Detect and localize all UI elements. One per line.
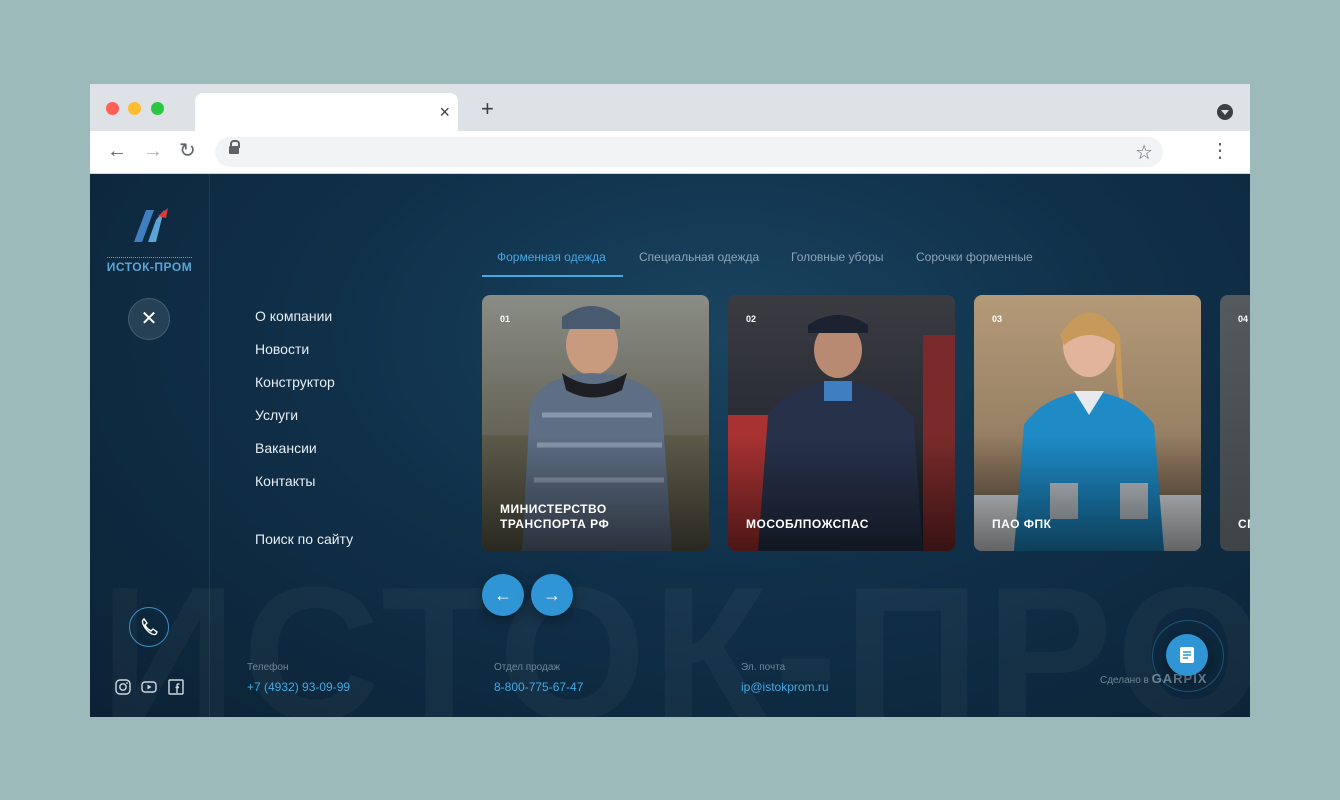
new-tab-button[interactable]: + (481, 98, 494, 120)
address-bar[interactable]: ☆ (215, 137, 1163, 167)
sales-label: Отдел продаж (494, 662, 561, 673)
card-overlay (974, 295, 1201, 551)
instagram-icon[interactable] (115, 679, 131, 695)
phone-button[interactable] (129, 607, 169, 647)
active-tab-indicator (482, 275, 623, 277)
site-search-link[interactable]: Поиск по сайту (255, 531, 353, 547)
nav-item-constructor[interactable]: Конструктор (255, 372, 335, 405)
browser-tab-bar: × + (90, 84, 1250, 131)
nav-item-about[interactable]: О компании (255, 306, 335, 339)
card-title: СП (1238, 517, 1250, 531)
nav-item-vacancies[interactable]: Вакансии (255, 438, 335, 471)
logo-icon[interactable] (130, 204, 170, 246)
card-title: МОСОБЛПОЖСПАС (746, 517, 869, 531)
lock-icon (229, 140, 240, 154)
browser-menu-icon[interactable]: ⋮ (1210, 140, 1230, 162)
client-card[interactable]: 02 МОСОБЛПОЖСПАС (728, 295, 955, 551)
tab-uniform[interactable]: Форменная одежда (497, 250, 606, 264)
email-link[interactable]: ip@istokprom.ru (741, 680, 829, 694)
card-number: 03 (992, 314, 1003, 324)
main-nav: О компании Новости Конструктор Услуги Ва… (255, 306, 335, 504)
nav-item-contacts[interactable]: Контакты (255, 471, 335, 504)
tab-close-icon[interactable]: × (439, 101, 450, 123)
tab-shirts[interactable]: Сорочки форменные (916, 250, 1033, 264)
facebook-icon[interactable] (168, 679, 184, 695)
nav-item-news[interactable]: Новости (255, 339, 335, 372)
slider-prev-button[interactable]: ← (482, 574, 524, 616)
card-number: 04 (1238, 314, 1249, 324)
close-menu-button[interactable]: ✕ (128, 298, 170, 340)
category-tabs: Форменная одежда Специальная одежда Голо… (482, 250, 1250, 278)
back-icon[interactable]: ← (107, 140, 127, 162)
close-window-button[interactable] (106, 102, 119, 115)
email-label: Эл. почта (741, 662, 786, 673)
card-overlay (728, 295, 955, 551)
client-card[interactable]: 03 ПАО ФПК (974, 295, 1201, 551)
reload-icon[interactable]: ↻ (179, 140, 196, 162)
youtube-icon[interactable] (141, 679, 157, 695)
minimize-window-button[interactable] (128, 102, 141, 115)
tab-special-clothing[interactable]: Специальная одежда (639, 250, 759, 264)
sales-phone-link[interactable]: 8-800-775-67-47 (494, 680, 583, 694)
phone-label: Телефон (247, 662, 289, 673)
card-number: 01 (500, 314, 511, 324)
browser-tab[interactable]: × (195, 93, 458, 131)
tab-headwear[interactable]: Головные уборы (791, 250, 884, 264)
profile-menu-icon[interactable] (1217, 104, 1233, 120)
made-in-label: Сделано в (1100, 675, 1149, 686)
nav-item-services[interactable]: Услуги (255, 405, 335, 438)
phone-link[interactable]: +7 (4932) 93-09-99 (247, 680, 350, 694)
browser-toolbar: ← → ↻ ☆ ⋮ (90, 131, 1250, 174)
card-title: МИНИСТЕРСТВО ТРАНСПОРТА РФ (500, 502, 610, 531)
logo-text[interactable]: ИСТОК-ПРОМ (90, 257, 209, 274)
sidebar: ИСТОК-ПРОМ ✕ (90, 174, 210, 717)
card-title: ПАО ФПК (992, 517, 1052, 531)
browser-window: × + ← → ↻ ☆ ⋮ ИСТОК-ПРОМ ИСТОК-ПРОМ ✕ (90, 84, 1250, 717)
slider-next-button[interactable]: → (531, 574, 573, 616)
client-card[interactable]: 01 МИНИСТЕРСТВО ТРАНСПОРТА РФ (482, 295, 709, 551)
message-icon (1180, 647, 1194, 663)
forward-icon[interactable]: → (143, 140, 163, 162)
phone-icon (141, 617, 158, 636)
chat-button[interactable] (1166, 634, 1208, 676)
site-page: ИСТОК-ПРОМ ИСТОК-ПРОМ ✕ (90, 174, 1250, 717)
client-card[interactable]: 04 СП (1220, 295, 1250, 551)
card-number: 02 (746, 314, 757, 324)
maximize-window-button[interactable] (151, 102, 164, 115)
bookmark-star-icon[interactable]: ☆ (1135, 140, 1153, 165)
